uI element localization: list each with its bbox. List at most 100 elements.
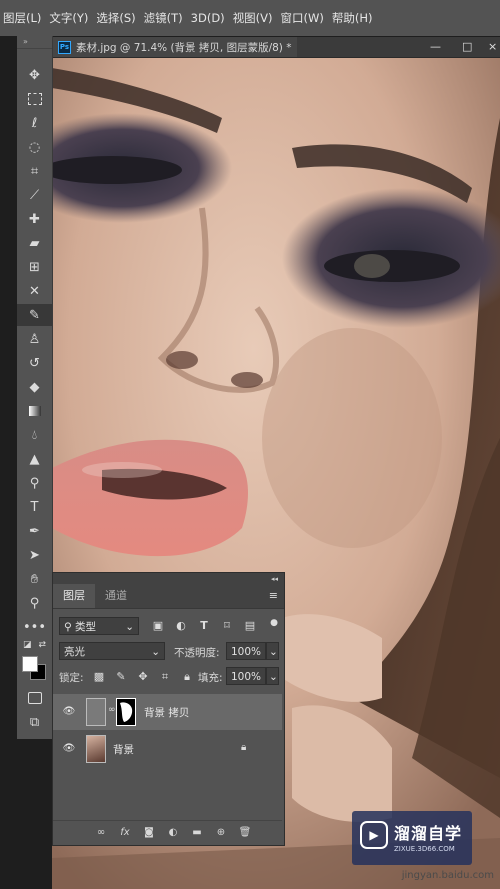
foreground-color-swatch[interactable] xyxy=(22,656,38,672)
layer-locked-icon: 🔒︎ xyxy=(241,742,247,753)
bandage-tool-icon[interactable]: ▰ xyxy=(17,232,52,254)
mask-link-icon[interactable]: ∞ xyxy=(108,705,116,715)
adjustment-filter-icon[interactable]: ◐ xyxy=(173,618,189,634)
menu-filter[interactable]: 滤镜(T) xyxy=(141,10,188,26)
layer-name[interactable]: 背景 xyxy=(113,742,134,757)
lasso-tool-icon[interactable]: ℓ xyxy=(17,112,52,134)
more-tools-icon[interactable]: ••• xyxy=(17,616,52,638)
filter-kind-label: 类型 xyxy=(75,621,97,633)
frame-tool-icon[interactable]: ⊞ xyxy=(17,256,52,278)
layer-filter-select[interactable]: ⚲ 类型 ⌄ xyxy=(59,617,139,635)
panel-menu-icon[interactable]: ≡ xyxy=(269,589,278,602)
layers-panel-footer: ∞ fx ◙ ◐ ▬ ⊕ 🗑︎ xyxy=(53,820,282,845)
document-tab-title: 素材.jpg @ 71.4% (背景 拷贝, 图层蒙版/8) * xyxy=(76,41,292,54)
panel-collapse-bar[interactable]: ◂◂ xyxy=(53,573,284,584)
new-layer-icon[interactable]: ⊕ xyxy=(213,825,229,841)
opacity-input[interactable]: 100% xyxy=(226,642,266,660)
menu-layer[interactable]: 图层(L) xyxy=(0,10,46,26)
watermark-brand: 溜溜自学 xyxy=(394,824,463,843)
fill-dropdown-icon[interactable]: ⌄ xyxy=(266,667,279,685)
lock-artboard-icon[interactable]: ⌗ xyxy=(157,669,173,685)
pixel-filter-icon[interactable]: ▣ xyxy=(150,618,166,634)
panel-tab-bar: 图层 通道 ≡ xyxy=(53,584,284,609)
eyedropper-tool-icon[interactable]: ⟋ xyxy=(17,184,52,206)
close-icon[interactable]: × xyxy=(488,40,497,53)
type-tool-icon[interactable]: T xyxy=(17,496,52,518)
tools-panel: » ✥ ℓ ◌ ⌗ ⟋ ✚ ▰ ⊞ ✕ ✎ ♙ ↺ ◆ 💧︎ ▲ ⚲ T ✒ ➤… xyxy=(17,36,53,739)
default-colors-icon[interactable]: ◪ ⇄ xyxy=(17,638,52,652)
minimize-icon[interactable]: — xyxy=(430,40,441,53)
opacity-dropdown-icon[interactable]: ⌄ xyxy=(266,642,279,660)
chevron-down-icon: ⌄ xyxy=(151,646,160,658)
maximize-icon[interactable]: □ xyxy=(462,40,472,53)
link-layers-icon[interactable]: ∞ xyxy=(93,825,109,841)
watermark-url: ZIXUE.3D66.COM xyxy=(394,845,455,853)
add-mask-icon[interactable]: ◙ xyxy=(141,825,157,841)
smart-object-filter-icon[interactable]: ▤ xyxy=(242,618,258,634)
tab-channels[interactable]: 通道 xyxy=(95,584,137,608)
fill-input[interactable]: 100% xyxy=(226,667,266,685)
menu-3d[interactable]: 3D(D) xyxy=(188,11,230,25)
layers-panel: ◂◂ 图层 通道 ≡ ⚲ 类型 ⌄ ▣ ◐ T ⌑ ▤ ● 亮光 ⌄ 不透明度:… xyxy=(52,572,285,846)
lock-label: 锁定: xyxy=(59,672,84,684)
pen-tool-icon[interactable]: ✒ xyxy=(17,520,52,542)
blur-tool-icon[interactable]: 💧︎ xyxy=(17,424,52,446)
layer-row[interactable]: 👁︎ 背景 🔒︎ xyxy=(53,731,282,767)
new-group-icon[interactable]: ▬ xyxy=(189,825,205,841)
collapse-panel-icon[interactable]: ◂◂ xyxy=(271,575,278,583)
site-watermark: ▶ 溜溜自学 ZIXUE.3D66.COM xyxy=(352,811,472,865)
visibility-eye-icon[interactable]: 👁︎ xyxy=(62,742,76,756)
crop-tool-icon[interactable]: ⌗ xyxy=(17,160,52,182)
chevron-down-icon: ⌄ xyxy=(125,621,134,633)
menu-type[interactable]: 文字(Y) xyxy=(46,10,93,26)
content-aware-move-icon[interactable]: ✕ xyxy=(17,280,52,302)
layer-name[interactable]: 背景 拷贝 xyxy=(144,705,189,720)
document-tab-bar: Ps 素材.jpg @ 71.4% (背景 拷贝, 图层蒙版/8) * — □ … xyxy=(52,37,500,58)
photoshop-file-icon: Ps xyxy=(58,40,71,54)
healing-brush-tool-icon[interactable]: ✚ xyxy=(17,208,52,230)
blend-mode-select[interactable]: 亮光 ⌄ xyxy=(59,642,165,660)
document-tab[interactable]: Ps 素材.jpg @ 71.4% (背景 拷贝, 图层蒙版/8) * xyxy=(52,37,298,57)
delete-layer-icon[interactable]: 🗑︎ xyxy=(237,825,253,841)
history-brush-tool-icon[interactable]: ↺ xyxy=(17,352,52,374)
search-icon: ⚲ xyxy=(64,621,72,633)
clone-stamp-tool-icon[interactable]: ♙ xyxy=(17,328,52,350)
filter-toggle-icon[interactable]: ● xyxy=(266,615,282,631)
move-tool-icon[interactable]: ✥ xyxy=(17,64,52,86)
menu-help[interactable]: 帮助(H) xyxy=(329,10,378,26)
menu-bar: 图层(L) 文字(Y) 选择(S) 滤镜(T) 3D(D) 视图(V) 窗口(W… xyxy=(0,0,500,37)
quick-mask-icon[interactable] xyxy=(17,687,52,709)
play-logo-icon: ▶ xyxy=(360,821,388,849)
adjustment-layer-icon[interactable]: ◐ xyxy=(165,825,181,841)
lock-image-icon[interactable]: ✎ xyxy=(113,669,129,685)
shape-filter-icon[interactable]: ⌑ xyxy=(219,618,235,634)
blend-mode-value: 亮光 xyxy=(64,646,85,658)
layer-thumbnail xyxy=(86,735,106,763)
lock-position-icon[interactable]: ✥ xyxy=(135,669,151,685)
source-footer: jingyan.baidu.com xyxy=(401,870,494,881)
menu-view[interactable]: 视图(V) xyxy=(230,10,278,26)
layer-row[interactable]: 👁︎ ∞ 背景 拷贝 xyxy=(53,694,282,730)
layer-mask-thumbnail[interactable] xyxy=(116,698,136,726)
menu-select[interactable]: 选择(S) xyxy=(93,10,140,26)
lock-all-icon[interactable]: 🔒︎ xyxy=(179,669,195,685)
toolbar-grip[interactable]: » xyxy=(17,36,52,49)
screen-mode-icon[interactable]: ⧉ xyxy=(17,711,52,733)
sharpen-tool-icon[interactable]: ▲ xyxy=(17,448,52,470)
quick-select-tool-icon[interactable]: ◌ xyxy=(17,136,52,158)
brush-tool-icon[interactable]: ✎ xyxy=(17,304,52,326)
zoom-tool-icon[interactable]: ⚲ xyxy=(17,592,52,614)
fill-label: 填充: xyxy=(198,672,223,684)
dodge-tool-icon[interactable]: ⚲ xyxy=(17,472,52,494)
tab-layers[interactable]: 图层 xyxy=(53,584,95,608)
layer-style-icon[interactable]: fx xyxy=(117,825,133,841)
marquee-tool-icon[interactable] xyxy=(17,88,52,110)
gradient-tool-icon[interactable] xyxy=(17,400,52,422)
visibility-eye-icon[interactable]: 👁︎ xyxy=(62,705,76,719)
hand-tool-icon[interactable]: ✋︎ xyxy=(17,568,52,590)
lock-transparent-icon[interactable]: ▩ xyxy=(91,669,107,685)
menu-window[interactable]: 窗口(W) xyxy=(278,10,329,26)
path-selection-tool-icon[interactable]: ➤ xyxy=(17,544,52,566)
eraser-tool-icon[interactable]: ◆ xyxy=(17,376,52,398)
type-filter-icon[interactable]: T xyxy=(196,618,212,634)
